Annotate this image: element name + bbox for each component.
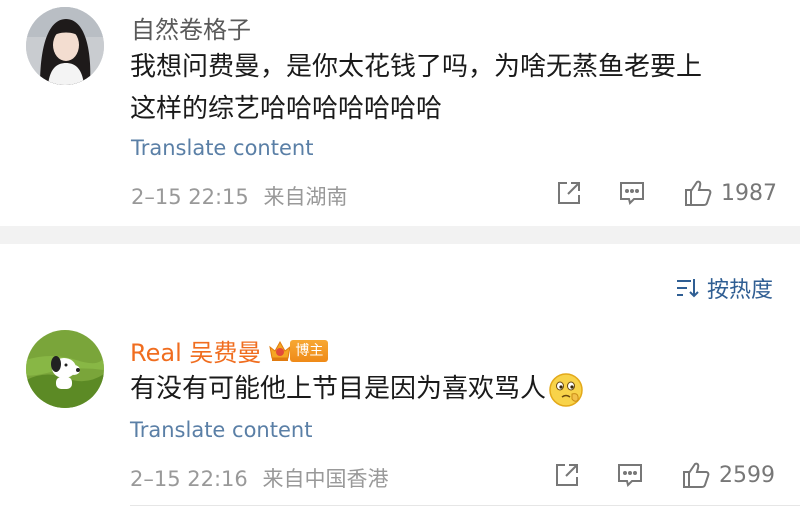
like-button[interactable]: 2599 [681, 460, 775, 490]
avatar-user2[interactable] [26, 330, 104, 408]
section-divider [0, 226, 800, 244]
like-icon [685, 180, 712, 206]
blogger-badge-label: 博主 [290, 339, 329, 362]
like-icon [683, 462, 710, 488]
comment-button[interactable] [616, 462, 644, 488]
comment-username[interactable]: Real 吴费曼 [130, 333, 261, 368]
like-count: 2599 [719, 462, 775, 488]
comment-icon [618, 464, 642, 487]
comment-author-row: Real 吴费曼 博主 [130, 333, 329, 368]
blogger-badge: 博主 [267, 339, 329, 363]
comment-text-line1: 我想问费曼，是你太花钱了吗，为啥无蒸鱼老要上 [130, 52, 703, 82]
translate-content-link[interactable]: Translate content [131, 136, 313, 160]
sort-by-hot-button[interactable]: 按热度 [675, 272, 773, 304]
share-button[interactable] [553, 461, 581, 489]
timestamp: 2–15 22:16 [130, 467, 248, 491]
comment-divider [130, 505, 800, 506]
like-count: 1987 [721, 180, 777, 206]
sort-icon [677, 279, 699, 298]
comment-timestamp: 2–15 22:15 来自湖南 [131, 181, 347, 211]
share-icon [556, 464, 578, 486]
comment-timestamp: 2–15 22:16 来自中国香港 [130, 463, 388, 493]
comment-text: 有没有可能他上节目是因为喜欢骂人 [130, 368, 584, 411]
location: 来自湖南 [263, 185, 348, 209]
sort-label: 按热度 [707, 278, 774, 303]
like-button[interactable]: 1987 [683, 178, 777, 208]
share-button[interactable] [555, 179, 583, 207]
comment-icon [620, 182, 644, 205]
comment-username[interactable]: 自然卷格子 [131, 10, 251, 45]
location: 来自中国香港 [262, 467, 389, 491]
comment-text-line2: 这样的综艺哈哈哈哈哈哈哈 [130, 94, 443, 124]
emoji-icon [549, 372, 583, 407]
comment-button[interactable] [618, 180, 646, 206]
comment-text-content: 有没有可能他上节目是因为喜欢骂人 [130, 374, 547, 404]
translate-content-link[interactable]: Translate content [130, 418, 312, 442]
share-icon [558, 182, 580, 204]
timestamp: 2–15 22:15 [131, 185, 249, 209]
avatar-user1[interactable] [26, 7, 104, 85]
